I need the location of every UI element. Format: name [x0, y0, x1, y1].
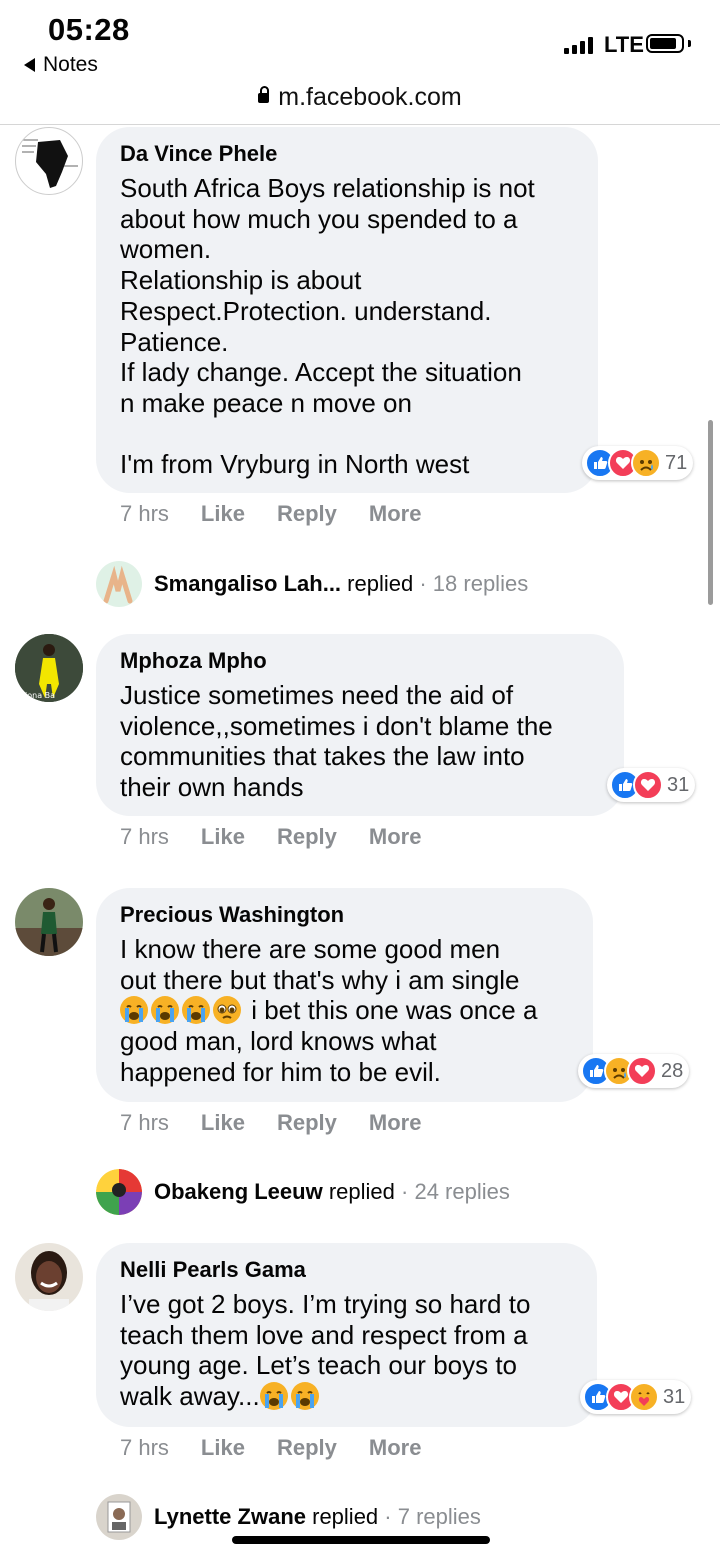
reply-separator: ·: [419, 571, 427, 596]
battery-tip: [688, 40, 691, 47]
commenter-name[interactable]: Da Vince Phele: [120, 139, 574, 169]
reply-count: 18 replies: [432, 571, 529, 596]
comment-actions: 7 hrs Like Reply More: [120, 824, 421, 850]
reply-button[interactable]: Reply: [277, 1110, 337, 1136]
comment-text-line: walk away...: [120, 1381, 260, 1412]
lock-icon: [258, 86, 270, 103]
back-arrow-icon: [24, 58, 35, 72]
comment-time[interactable]: 7 hrs: [120, 1110, 169, 1136]
comment-time[interactable]: 7 hrs: [120, 824, 169, 850]
reply-button[interactable]: Reply: [277, 501, 337, 527]
reply-separator: ·: [401, 1179, 409, 1204]
url-text: m.facebook.com: [278, 83, 462, 111]
comment-text-line: teach them love and respect from a: [120, 1319, 528, 1350]
view-replies-row[interactable]: Lynette Zwane replied · 7 replies: [96, 1494, 481, 1540]
commenter-name[interactable]: Mphoza Mpho: [120, 646, 600, 676]
replier-avatar: [96, 1494, 142, 1540]
more-button[interactable]: More: [369, 1435, 422, 1461]
commenter-name[interactable]: Nelli Pearls Gama: [120, 1255, 573, 1285]
reply-count: 24 replies: [414, 1179, 510, 1204]
replied-label: replied: [328, 1179, 395, 1204]
commenter-avatar[interactable]: lona Ba: [15, 634, 83, 702]
reply-count: 7 replies: [397, 1504, 481, 1529]
like-button[interactable]: Like: [201, 1110, 245, 1136]
replier-avatar: [96, 561, 142, 607]
url-display[interactable]: m.facebook.com: [0, 83, 720, 112]
comment-text: I’ve got 2 boys. I’m trying so hard to t…: [120, 1289, 573, 1412]
comment-bubble[interactable]: Nelli Pearls Gama I’ve got 2 boys. I’m t…: [96, 1243, 597, 1427]
reaction-summary[interactable]: 28: [578, 1054, 690, 1088]
comment-text-line: I know there are some good men: [120, 934, 501, 964]
replier-name: Lynette Zwane: [154, 1504, 306, 1529]
more-button[interactable]: More: [369, 824, 422, 850]
replier-name: Obakeng Leeuw: [154, 1179, 323, 1204]
more-button[interactable]: More: [369, 501, 422, 527]
reaction-count: 28: [661, 1059, 684, 1082]
replier-name: Smangaliso Lah...: [154, 571, 342, 596]
love-icon: [627, 1056, 657, 1086]
comment-actions: 7 hrs Like Reply More: [120, 1435, 421, 1461]
battery-icon: [646, 34, 684, 53]
like-button[interactable]: Like: [201, 824, 245, 850]
back-label: Notes: [43, 53, 98, 76]
replier-avatar: [96, 1169, 142, 1215]
reply-button[interactable]: Reply: [277, 824, 337, 850]
scrollbar[interactable]: [708, 420, 713, 605]
reaction-count: 31: [667, 773, 690, 796]
loudly-crying-emoji: [290, 1382, 319, 1411]
svg-text:lona Ba: lona Ba: [25, 691, 55, 700]
status-bar: 05:28 Notes LTE: [0, 0, 720, 80]
comment-text-line: good man, lord knows what: [120, 1026, 437, 1057]
reaction-summary[interactable]: 31: [580, 1380, 692, 1414]
reply-separator: ·: [384, 1504, 392, 1529]
loudly-crying-emoji: [151, 996, 179, 1025]
comment-bubble[interactable]: Da Vince Phele South Africa Boys relatio…: [96, 127, 598, 493]
reaction-summary[interactable]: 31: [607, 768, 696, 802]
back-to-notes-button[interactable]: Notes: [24, 53, 98, 77]
comment-text-line: i bet this one was once a: [244, 995, 538, 1026]
network-type: LTE: [604, 32, 644, 57]
comment-actions: 7 hrs Like Reply More: [120, 1110, 421, 1136]
comment-text-line: happened for him to be evil.: [120, 1056, 441, 1087]
reaction-count: 71: [665, 451, 688, 474]
reply-button[interactable]: Reply: [277, 1435, 337, 1461]
comment-text: South Africa Boys relationship is not ab…: [120, 173, 535, 480]
sad-icon: [631, 448, 661, 478]
love-icon: [633, 770, 663, 800]
comment-text: I know there are some good men out there…: [120, 934, 569, 1088]
comment-time[interactable]: 7 hrs: [120, 501, 169, 527]
comment-text-line: young age. Let’s teach our boys to: [120, 1350, 518, 1381]
home-indicator[interactable]: [232, 1536, 490, 1544]
like-button[interactable]: Like: [201, 1435, 245, 1461]
commenter-name[interactable]: Precious Washington: [120, 900, 569, 930]
reaction-count: 31: [663, 1385, 686, 1408]
replied-label: replied: [347, 571, 414, 596]
clock: 05:28: [48, 12, 130, 47]
reaction-summary[interactable]: 71: [582, 446, 694, 480]
loudly-crying-emoji: [120, 996, 148, 1025]
care-icon: [629, 1382, 659, 1412]
loudly-crying-emoji: [182, 996, 210, 1025]
commenter-avatar[interactable]: [15, 888, 83, 956]
address-bar[interactable]: m.facebook.com: [0, 80, 720, 125]
comment-text-line: I’ve got 2 boys. I’m trying so hard to: [120, 1289, 531, 1319]
like-button[interactable]: Like: [201, 501, 245, 527]
view-replies-row[interactable]: Obakeng Leeuw replied · 24 replies: [96, 1169, 510, 1215]
comment-text: Justice sometimes need the aid of violen…: [120, 680, 553, 803]
comment-bubble[interactable]: Mphoza Mpho Justice sometimes need the a…: [96, 634, 624, 816]
more-button[interactable]: More: [369, 1110, 422, 1136]
comment-bubble[interactable]: Precious Washington I know there are som…: [96, 888, 593, 1102]
commenter-avatar[interactable]: [15, 1243, 83, 1311]
loudly-crying-emoji: [259, 1382, 288, 1411]
comment-time[interactable]: 7 hrs: [120, 1435, 169, 1461]
view-replies-row[interactable]: Smangaliso Lah... replied · 18 replies: [96, 561, 528, 607]
comment-actions: 7 hrs Like Reply More: [120, 501, 421, 527]
replied-label: replied: [312, 1504, 379, 1529]
commenter-avatar[interactable]: [15, 127, 83, 195]
comment-text-line: out there but that's why i am single: [120, 964, 520, 995]
pleading-emoji: [213, 996, 241, 1025]
signal-icon: [564, 36, 593, 54]
